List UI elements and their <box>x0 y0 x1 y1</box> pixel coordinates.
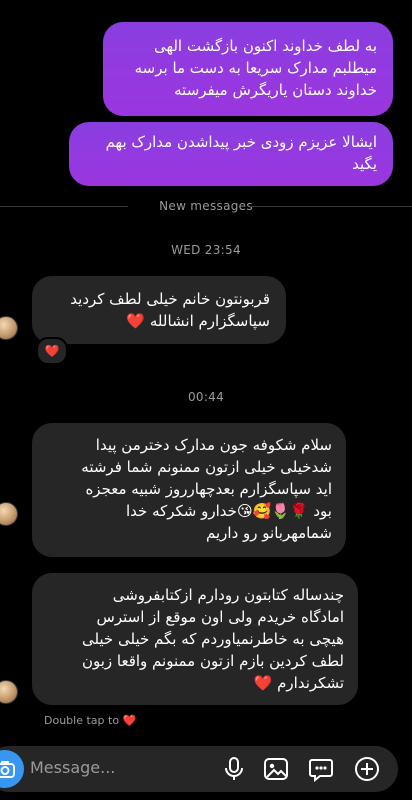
avatar[interactable] <box>0 316 18 340</box>
double-tap-hint: Double tap to ❤️ <box>44 714 137 727</box>
timestamp: 00:44 <box>187 390 225 404</box>
avatar[interactable] <box>0 502 18 526</box>
timestamp: WED 23:54 <box>171 243 241 257</box>
received-message-bubble[interactable]: چندساله کتابتون رودارم ازکتابفروشی امادگ… <box>32 573 358 705</box>
received-message-bubble[interactable]: سلام شکوفه جون مدارک دخترمن پیدا شدخیلی … <box>32 423 346 557</box>
sent-message-bubble[interactable]: به لطف خداوند اکنون بازگشت الهی میطلبم م… <box>103 22 393 116</box>
sticker-icon[interactable] <box>307 755 335 783</box>
sent-message-bubble[interactable]: ایشالا عزیزم زودی خبر پیداشدن مدارک بهم … <box>69 122 393 186</box>
message-input[interactable]: Message... <box>30 758 115 777</box>
plus-icon[interactable] <box>353 755 381 783</box>
microphone-icon[interactable] <box>220 755 248 783</box>
avatar[interactable] <box>0 680 18 704</box>
divider-line-right <box>250 206 412 207</box>
gallery-icon[interactable] <box>262 755 290 783</box>
camera-icon <box>0 761 15 778</box>
heart-reaction[interactable]: ❤️ <box>36 337 68 365</box>
received-message-bubble[interactable]: قربونتون خانم خیلی لطف کردید سپاسگزارم ا… <box>32 276 286 344</box>
